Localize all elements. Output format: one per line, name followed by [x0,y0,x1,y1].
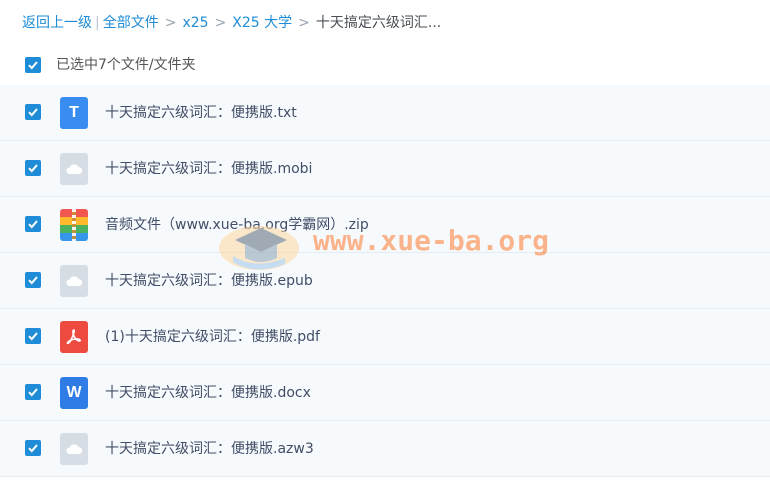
breadcrumb-separator: > [164,15,177,31]
file-row-zip[interactable]: 音频文件（www.xue-ba.org学霸网）.zip [0,197,770,253]
cloud-icon [66,164,83,174]
cloud-icon [66,276,83,286]
file-name: 音频文件（www.xue-ba.org学霸网）.zip [105,217,369,233]
zipper-icon [72,209,76,241]
check-icon [28,332,38,341]
file-row-docx[interactable]: W 十天搞定六级词汇：便携版.docx [0,365,770,421]
file-name: 十天搞定六级词汇：便携版.epub [105,273,313,289]
breadcrumb-item-x25-university[interactable]: X25 大学 [232,15,292,31]
txt-file-icon: T [60,97,88,129]
file-row-azw3[interactable]: 十天搞定六级词汇：便携版.azw3 [0,421,770,477]
back-link[interactable]: 返回上一级 [22,15,92,31]
check-icon [28,388,38,397]
check-icon [28,164,38,173]
file-checkbox[interactable] [25,440,41,456]
file-name: (1)十天搞定六级词汇：便携版.pdf [105,329,320,345]
acrobat-icon [66,329,81,345]
breadcrumb-separator: > [298,15,310,31]
check-icon [28,61,38,70]
file-row-pdf[interactable]: (1)十天搞定六级词汇：便携版.pdf [0,309,770,365]
all-files-link[interactable]: 全部文件 [103,15,159,31]
check-icon [28,220,38,229]
file-checkbox[interactable] [25,216,41,232]
generic-file-icon [60,153,88,185]
check-icon [28,276,38,285]
file-name: 十天搞定六级词汇：便携版.azw3 [105,441,314,457]
file-name: 十天搞定六级词汇：便携版.docx [105,385,311,401]
check-icon [28,108,38,117]
breadcrumb-separator: > [214,15,227,31]
file-row-mobi[interactable]: 十天搞定六级词汇：便携版.mobi [0,141,770,197]
breadcrumb-item-x25[interactable]: x25 [182,15,208,31]
pdf-file-icon [60,321,88,353]
file-name: 十天搞定六级词汇：便携版.mobi [105,161,313,177]
cloud-icon [66,444,83,454]
breadcrumb-divider: | [95,15,100,31]
check-icon [28,444,38,453]
breadcrumb: 返回上一级 | 全部文件 > x25 > X25 大学 > 十天搞定六级词汇... [22,13,441,33]
file-checkbox[interactable] [25,328,41,344]
file-checkbox[interactable] [25,160,41,176]
file-row-txt[interactable]: T 十天搞定六级词汇：便携版.txt [0,85,770,141]
file-name: 十天搞定六级词汇：便携版.txt [105,105,297,121]
zip-file-icon [60,209,88,241]
generic-file-icon [60,265,88,297]
file-row-epub[interactable]: 十天搞定六级词汇：便携版.epub [0,253,770,309]
selection-summary: 已选中7个文件/文件夹 [56,57,196,73]
file-checkbox[interactable] [25,384,41,400]
file-checkbox[interactable] [25,104,41,120]
file-checkbox[interactable] [25,272,41,288]
generic-file-icon [60,433,88,465]
selection-bar: 已选中7个文件/文件夹 [0,50,770,80]
breadcrumb-current: 十天搞定六级词汇... [315,15,442,31]
file-list: T 十天搞定六级词汇：便携版.txt 十天搞定六级词汇：便携版.mobi 音频文… [0,85,770,477]
select-all-checkbox[interactable] [25,57,41,73]
word-file-icon: W [60,377,88,409]
